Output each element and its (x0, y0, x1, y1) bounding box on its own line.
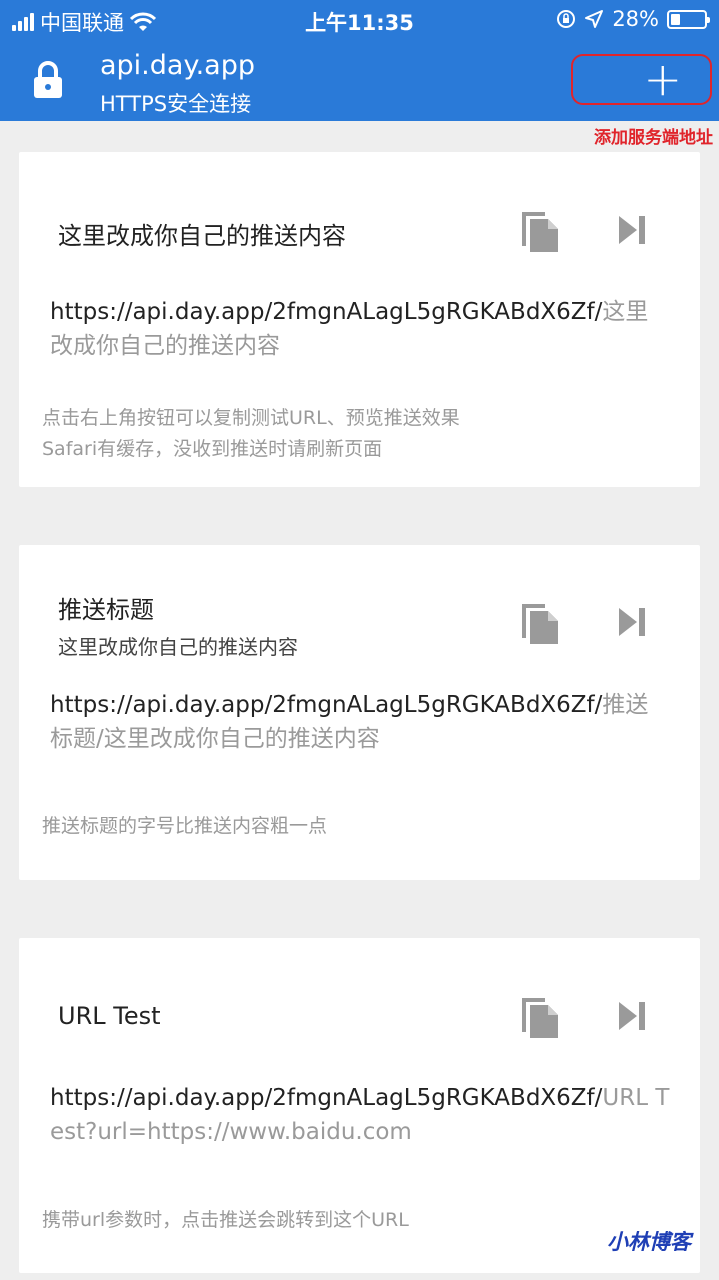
push-card: 推送标题 这里改成你自己的推送内容 https://api.day.app/2f… (19, 545, 700, 880)
battery-icon (667, 9, 710, 29)
card-title: URL Test (58, 1002, 161, 1030)
add-server-annotation: 添加服务端地址 (594, 128, 713, 148)
status-bar: 中国联通 上午11:35 28% (0, 0, 719, 40)
card-note: 携带url参数时，点击推送会跳转到这个URL (42, 1205, 409, 1236)
copy-icon[interactable] (519, 994, 561, 1040)
location-icon (585, 10, 604, 28)
copy-icon[interactable] (519, 600, 561, 646)
card-note: 点击右上角按钮可以复制测试URL、预览推送效果 Safari有缓存，没收到推送时… (42, 403, 460, 465)
note-line: 携带url参数时，点击推送会跳转到这个URL (42, 1209, 409, 1231)
url-base: https://api.day.app/2fmgnALagL5gRGKABdX6… (50, 1085, 603, 1111)
push-url[interactable]: https://api.day.app/2fmgnALagL5gRGKABdX6… (50, 1081, 670, 1149)
lock-icon (34, 61, 62, 98)
browser-header: 中国联通 上午11:35 28% api.day.app HTTPS安全连接 + (0, 0, 719, 121)
note-line: 推送标题的字号比推送内容粗一点 (42, 815, 328, 837)
note-line: 点击右上角按钮可以复制测试URL、预览推送效果 (42, 407, 460, 429)
card-title: 推送标题 (58, 596, 154, 624)
push-card: URL Test https://api.day.app/2fmgnALagL5… (19, 938, 700, 1273)
card-subtitle: 这里改成你自己的推送内容 (58, 635, 298, 659)
url-base: https://api.day.app/2fmgnALagL5gRGKABdX6… (50, 692, 603, 718)
url-base: https://api.day.app/2fmgnALagL5gRGKABdX6… (50, 299, 603, 325)
watermark: 小林博客 (607, 1230, 691, 1254)
push-url[interactable]: https://api.day.app/2fmgnALagL5gRGKABdX6… (50, 295, 670, 363)
play-next-icon[interactable] (617, 214, 647, 246)
play-next-icon[interactable] (617, 1000, 647, 1032)
copy-icon[interactable] (519, 208, 561, 254)
card-title: 这里改成你自己的推送内容 (58, 222, 346, 250)
security-label: HTTPS安全连接 (100, 92, 252, 116)
push-url[interactable]: https://api.day.app/2fmgnALagL5gRGKABdX6… (50, 688, 670, 756)
battery-percent: 28% (612, 7, 659, 31)
push-card: 这里改成你自己的推送内容 https://api.day.app/2fmgnAL… (19, 152, 700, 487)
card-note: 推送标题的字号比推送内容粗一点 (42, 811, 327, 842)
page-domain: api.day.app (100, 50, 255, 81)
add-server-button[interactable]: + (571, 54, 712, 105)
play-next-icon[interactable] (617, 606, 647, 638)
note-line: Safari有缓存，没收到推送时请刷新页面 (42, 438, 383, 460)
rotation-lock-icon (557, 10, 576, 28)
